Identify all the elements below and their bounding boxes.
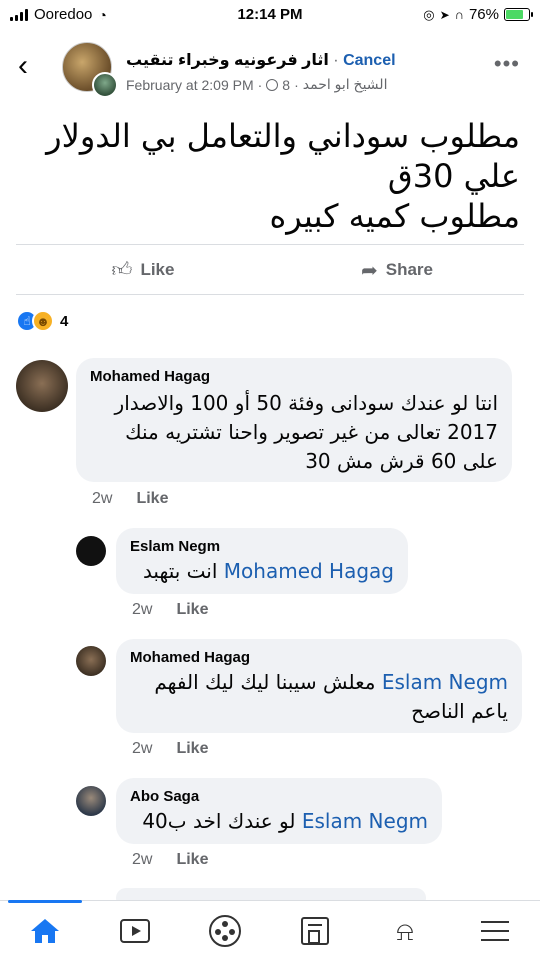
- divider: [16, 294, 524, 295]
- commenter-avatar[interactable]: [76, 536, 106, 566]
- lock-rotation-icon: ◎: [423, 6, 435, 22]
- battery-icon: [504, 8, 533, 21]
- nav-menu[interactable]: [450, 901, 540, 960]
- nav-home[interactable]: [0, 900, 90, 960]
- comment-bubble: Eslam Negm Mohamed Hagag انت بتهبد: [116, 528, 408, 594]
- post-body: مطلوب سوداني والتعامل بي الدولار علي 30ق…: [20, 116, 520, 236]
- mention-link[interactable]: Eslam Negm: [302, 809, 428, 833]
- home-icon: [31, 918, 59, 943]
- post-line: مطلوب سوداني والتعامل بي الدولار: [46, 117, 520, 155]
- post-actions: 👍︎ Like ➦ Share: [16, 248, 524, 292]
- group-name[interactable]: اثار فرعونيه وخبراء تنقيب: [126, 52, 329, 69]
- mention-link[interactable]: Mohamed Hagag: [224, 559, 394, 583]
- post-line: مطلوب كميه كبيره: [269, 197, 521, 235]
- menu-icon: [481, 920, 509, 941]
- globe-icon: [266, 78, 279, 91]
- member-count: 8: [282, 76, 291, 93]
- commenter-name[interactable]: Mohamed Hagag: [130, 649, 508, 666]
- back-icon[interactable]: ‹: [18, 51, 46, 84]
- comment-like-button[interactable]: Like: [176, 601, 208, 619]
- battery-percent: 76%: [468, 6, 499, 23]
- commenter-avatar[interactable]: [16, 360, 68, 412]
- headphones-icon: ∩: [454, 7, 464, 22]
- post-line: علي 30ق: [387, 157, 520, 195]
- comment-age: 2w: [132, 740, 153, 757]
- like-button[interactable]: 👍︎ Like: [16, 248, 270, 292]
- comment-bubble: Mohamed Hagag Eslam Negm معلش سيبنا ليك …: [116, 639, 522, 733]
- haha-reaction-icon: ☻: [32, 310, 54, 332]
- comment-bubble: Mohamed Hagag انتا لو عندك سودانى وفئة 5…: [76, 358, 512, 482]
- nav-groups[interactable]: [180, 901, 270, 960]
- comment-text: انتا لو عندك سودانى وفئة 50 أو 100 والاص…: [114, 391, 498, 473]
- comment-text-body: لو عندك اخد ب40: [142, 809, 296, 833]
- comment-text-body: انت بتهبد: [142, 559, 218, 583]
- more-options-icon[interactable]: •••: [494, 53, 520, 75]
- share-label: Share: [385, 260, 433, 279]
- comment-age: 2w: [132, 601, 153, 618]
- comment-bubble: Abo Saga Eslam Negm لو عندك اخد ب40: [116, 778, 442, 844]
- author-avatar[interactable]: [92, 72, 118, 98]
- commenter-avatar[interactable]: [76, 786, 106, 816]
- location-icon: ➤: [439, 7, 450, 22]
- mention-link[interactable]: Eslam Negm: [382, 670, 508, 694]
- comment-like-button[interactable]: Like: [176, 851, 208, 869]
- comment-like-button[interactable]: Like: [176, 740, 208, 758]
- comment-meta: 2w Like: [132, 740, 208, 758]
- header-subtitle: February at 2:09 PM · 8 · الشيخ ابو احمد: [126, 76, 388, 93]
- commenter-name[interactable]: Eslam Negm: [130, 538, 394, 555]
- cancel-link[interactable]: Cancel: [343, 52, 395, 69]
- bottom-nav: ⍾: [0, 900, 540, 960]
- nav-notifications[interactable]: ⍾: [360, 901, 450, 960]
- comment-text: Eslam Negm لو عندك اخد ب40: [130, 807, 428, 836]
- news-icon: [301, 916, 329, 945]
- comment-meta: 2w Like: [132, 851, 208, 869]
- status-bar: Ooredoo ◔ 12:14 PM ◎ ➤ ∩ 76%: [0, 0, 540, 32]
- comment-age: 2w: [132, 851, 153, 868]
- share-button[interactable]: ➦ Share: [270, 248, 524, 292]
- comment-meta: 2w Like: [132, 601, 208, 619]
- comment-like-button[interactable]: Like: [136, 490, 168, 508]
- nav-news[interactable]: [270, 901, 360, 960]
- comment-text: Eslam Negm معلش سيبنا ليك ليك الفهم ياعم…: [130, 668, 508, 726]
- comment-meta: 2w Like: [92, 490, 168, 508]
- post-date[interactable]: February at 2:09 PM: [126, 77, 254, 93]
- reaction-count: 4: [60, 312, 69, 330]
- groups-icon: [209, 914, 241, 947]
- status-right: ◎ ➤ ∩ 76%: [423, 6, 533, 23]
- divider: [16, 244, 524, 245]
- header-title: اثار فرعونيه وخبراء تنقيب · Cancel: [126, 52, 396, 69]
- commenter-name[interactable]: Abo Saga: [130, 788, 428, 805]
- nav-watch[interactable]: [90, 901, 180, 960]
- bell-icon: ⍾: [396, 915, 414, 946]
- share-icon: ➦: [360, 259, 378, 282]
- post-author[interactable]: الشيخ ابو احمد: [303, 76, 388, 93]
- group-avatar[interactable]: [62, 42, 118, 98]
- commenter-avatar[interactable]: [76, 646, 106, 676]
- like-label: Like: [140, 260, 175, 279]
- post-header: ‹ اثار فرعونيه وخبراء تنقيب · Cancel Feb…: [0, 38, 540, 98]
- video-icon: [120, 918, 150, 943]
- reactions-summary[interactable]: ☝ ☻ 4: [16, 310, 68, 332]
- comment-age: 2w: [92, 490, 113, 507]
- comment-text: Mohamed Hagag انت بتهبد: [130, 557, 394, 586]
- thumbs-up-icon: 👍︎: [111, 259, 133, 281]
- commenter-name[interactable]: Mohamed Hagag: [90, 368, 498, 385]
